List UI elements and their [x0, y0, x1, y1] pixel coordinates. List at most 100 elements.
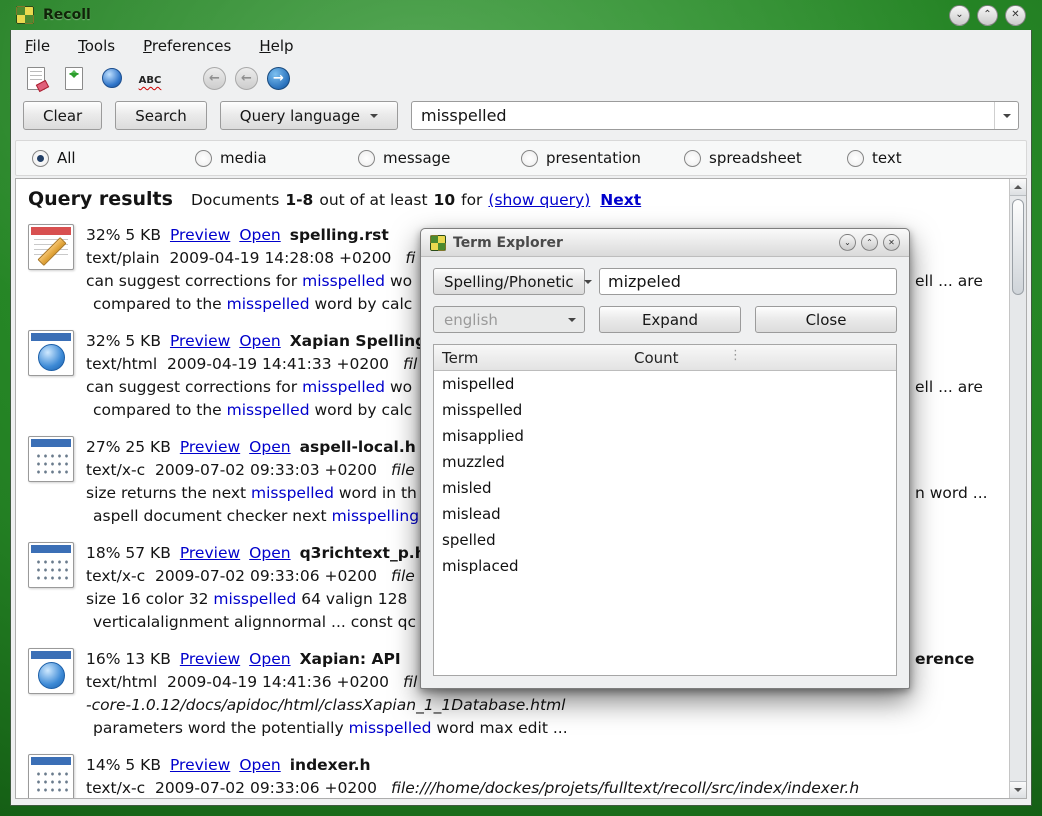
text-file-icon: [28, 224, 74, 270]
shade-button[interactable]: ⌄: [949, 5, 970, 26]
close-button[interactable]: ✕: [883, 234, 900, 251]
highlighted-term: misspelled: [302, 378, 385, 396]
save-query-icon[interactable]: [61, 65, 87, 91]
filter-text[interactable]: text: [847, 149, 1010, 167]
snippet-text: parameters word the potentially: [93, 719, 349, 737]
term-list: mispelledmisspelledmisappliedmuzzledmisl…: [434, 371, 896, 579]
restore-button[interactable]: ⌃: [977, 5, 998, 26]
result-url: file:///home/dockes/projets/fulltext/rec…: [391, 779, 859, 797]
scroll-up-icon[interactable]: [1010, 179, 1026, 196]
shade-button[interactable]: ⌄: [839, 234, 856, 251]
menu-file[interactable]: File: [25, 37, 50, 55]
radio-message[interactable]: [358, 150, 375, 167]
filter-spreadsheet[interactable]: spreadsheet: [684, 149, 847, 167]
expansion-mode-dropdown[interactable]: Spelling/Phonetic: [433, 268, 585, 295]
snippet-text: word max edit ...: [432, 719, 568, 737]
search-query-text: misspelled: [421, 106, 507, 125]
preview-link[interactable]: Preview: [170, 226, 230, 244]
menu-bar: File Tools Preferences Help: [11, 30, 1031, 58]
close-button[interactable]: ✕: [1005, 5, 1026, 26]
snippet-text: compared to the: [93, 401, 227, 419]
history-icon[interactable]: [99, 65, 125, 91]
filter-presentation[interactable]: presentation: [521, 149, 684, 167]
search-input[interactable]: misspelled: [411, 101, 1019, 130]
open-link[interactable]: Open: [239, 332, 280, 350]
term-table: Term Count mispelledmisspelledmisapplied…: [433, 344, 897, 676]
term-row[interactable]: misled: [434, 475, 896, 501]
open-link[interactable]: Open: [249, 438, 290, 456]
snippet-text: size 16 color 32: [86, 590, 213, 608]
globe-icon: [38, 662, 65, 689]
term-explorer-icon[interactable]: ABC: [137, 65, 163, 91]
radio-presentation[interactable]: [521, 150, 538, 167]
preview-link[interactable]: Preview: [170, 756, 230, 774]
scroll-down-icon[interactable]: [1010, 781, 1026, 798]
radio-text[interactable]: [847, 150, 864, 167]
highlighted-term: misspelled: [349, 719, 432, 737]
term-row[interactable]: mislead: [434, 501, 896, 527]
restore-button[interactable]: ⌃: [861, 234, 878, 251]
search-history-dropdown-icon[interactable]: [994, 102, 1018, 129]
term-row[interactable]: spelled: [434, 527, 896, 553]
radio-spreadsheet[interactable]: [684, 150, 701, 167]
source-file-icon: [28, 542, 74, 588]
radio-all[interactable]: [32, 150, 49, 167]
clear-button[interactable]: Clear: [23, 101, 102, 130]
term-row[interactable]: mispelled: [434, 371, 896, 397]
header-handle-icon[interactable]: [729, 348, 742, 363]
highlighted-term: misspelled: [227, 295, 310, 313]
term-row[interactable]: misplaced: [434, 553, 896, 579]
icon-header-strip: [31, 439, 71, 447]
page-first-button[interactable]: ←: [203, 67, 226, 90]
window-titlebar[interactable]: Recoll ⌄⌃✕: [0, 0, 1042, 30]
filter-message[interactable]: message: [358, 149, 521, 167]
page-glyph: [65, 67, 83, 90]
radio-media[interactable]: [195, 150, 212, 167]
preview-link[interactable]: Preview: [180, 438, 240, 456]
search-button[interactable]: Search: [115, 101, 207, 130]
clear-search-icon[interactable]: [23, 65, 49, 91]
recoll-app-icon: [16, 6, 34, 24]
menu-preferences[interactable]: Preferences: [143, 37, 231, 55]
open-link[interactable]: Open: [249, 544, 290, 562]
preview-link[interactable]: Preview: [170, 332, 230, 350]
punchcard-dots-glyph: [35, 770, 68, 794]
result-title-line: 14% 5 KBPreviewOpenindexer.h: [86, 754, 1009, 777]
open-link[interactable]: Open: [239, 226, 280, 244]
scrollbar-thumb[interactable]: [1012, 199, 1024, 295]
results-scrollbar[interactable]: [1009, 179, 1026, 798]
page-next-button[interactable]: →: [267, 67, 290, 90]
query-language-dropdown[interactable]: Query language: [220, 101, 398, 130]
preview-link[interactable]: Preview: [180, 544, 240, 562]
count-column-header[interactable]: Count: [634, 349, 896, 367]
open-link[interactable]: Open: [249, 650, 290, 668]
abc-spellcheck-glyph: ABC: [139, 75, 162, 91]
open-link[interactable]: Open: [239, 756, 280, 774]
chevron-down-icon: [370, 114, 378, 122]
preview-link[interactable]: Preview: [180, 650, 240, 668]
next-page-link[interactable]: Next: [600, 191, 641, 209]
term-column-header[interactable]: Term: [434, 349, 634, 367]
highlighted-term: misspelled: [251, 484, 334, 502]
show-query-link[interactable]: (show query): [488, 191, 590, 209]
mimetype-and-date: text/html 2009-04-19 14:41:33 +0200: [86, 355, 389, 373]
snippet-text: wo: [385, 272, 412, 290]
language-label: english: [444, 311, 498, 329]
term-explorer-titlebar[interactable]: Term Explorer ⌄⌃✕: [421, 229, 909, 257]
term-row[interactable]: muzzled: [434, 449, 896, 475]
meta-for-word: for: [461, 191, 482, 209]
expand-button[interactable]: Expand: [599, 306, 741, 333]
term-row[interactable]: misspelled: [434, 397, 896, 423]
snippet-text: verticalalignment alignnormal ... const …: [93, 613, 416, 631]
term-input[interactable]: mizpeled: [599, 268, 897, 295]
menu-help[interactable]: Help: [259, 37, 293, 55]
snippet-text: 64 valign 128: [296, 590, 407, 608]
close-button[interactable]: Close: [755, 306, 897, 333]
term-row[interactable]: misapplied: [434, 423, 896, 449]
filter-all[interactable]: All: [32, 149, 195, 167]
page-prev-button[interactable]: ←: [235, 67, 258, 90]
menu-tools[interactable]: Tools: [78, 37, 115, 55]
query-language-label: Query language: [240, 107, 360, 125]
filter-media[interactable]: media: [195, 149, 358, 167]
result-url: fi: [405, 249, 415, 267]
